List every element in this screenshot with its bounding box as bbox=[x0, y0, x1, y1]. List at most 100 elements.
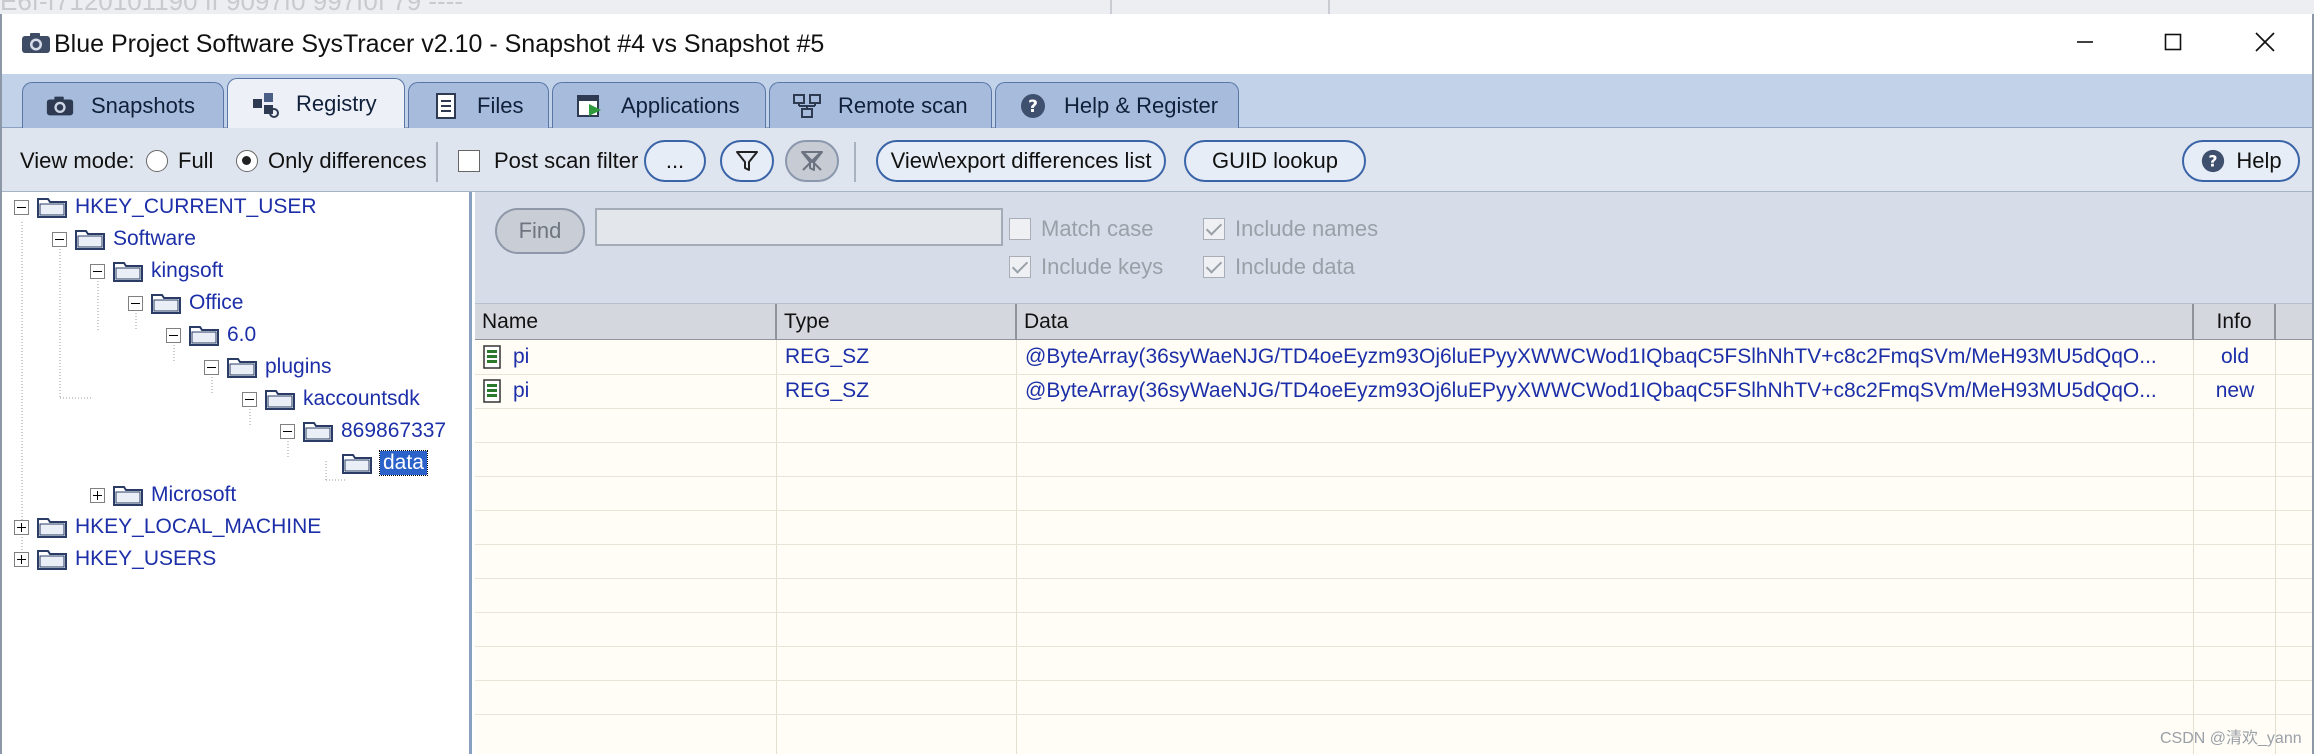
collapse-toggle[interactable] bbox=[166, 327, 181, 343]
include-names-option[interactable]: Include names bbox=[1203, 216, 1378, 242]
include-data-option[interactable]: Include data bbox=[1203, 254, 1355, 280]
tree-node[interactable]: Software bbox=[52, 224, 196, 254]
minimize-button[interactable] bbox=[2038, 14, 2132, 70]
tree-node-label: 6.0 bbox=[227, 323, 257, 346]
collapse-toggle[interactable] bbox=[204, 359, 219, 375]
folder-icon bbox=[303, 422, 333, 442]
background-divider bbox=[1110, 0, 1112, 14]
find-button[interactable]: Find bbox=[495, 208, 585, 254]
camera-icon bbox=[22, 33, 50, 53]
table-row[interactable]: pi REG_SZ @ByteArray(36syWaeNJG/TD4oeEyz… bbox=[475, 374, 2312, 408]
background-ghost-text: E6f-f7120101190 ff 9097f0 997f0f 79 ---- bbox=[0, 0, 463, 14]
view-mode-only-differences-radio[interactable] bbox=[236, 150, 258, 172]
tree-node-label: plugins bbox=[265, 355, 332, 378]
tab-label: Registry bbox=[296, 91, 377, 116]
view-mode-full-radio[interactable] bbox=[146, 150, 168, 172]
tree-node[interactable]: kaccountsdk bbox=[242, 384, 420, 414]
grid-row-line bbox=[475, 476, 2312, 477]
close-button[interactable] bbox=[2218, 14, 2312, 70]
column-header-info[interactable]: Info bbox=[2194, 304, 2276, 340]
maximize-button[interactable] bbox=[2126, 14, 2220, 70]
column-header-data[interactable]: Data bbox=[1017, 304, 2194, 340]
close-icon bbox=[2255, 32, 2275, 52]
title-bar: Blue Project Software SysTracer v2.10 - … bbox=[2, 14, 2312, 74]
collapse-toggle[interactable] bbox=[90, 263, 105, 279]
filter-settings-button[interactable]: ... bbox=[644, 140, 706, 182]
grid-row-line bbox=[475, 646, 2312, 647]
match-case-option[interactable]: Match case bbox=[1009, 216, 1154, 242]
find-input[interactable] bbox=[595, 208, 1003, 246]
tree-node[interactable]: Microsoft bbox=[90, 480, 236, 510]
match-case-label: Match case bbox=[1041, 216, 1154, 241]
tab-registry[interactable]: Registry bbox=[227, 78, 405, 129]
tree-node-label: 869867337 bbox=[341, 419, 447, 442]
tree-node[interactable]: kingsoft bbox=[90, 256, 223, 286]
match-case-checkbox[interactable] bbox=[1009, 218, 1031, 240]
tree-node[interactable]: HKEY_LOCAL_MACHINE bbox=[14, 512, 321, 542]
clear-filter-button[interactable] bbox=[785, 140, 839, 182]
find-button-label: Find bbox=[518, 218, 562, 243]
grid-row-line bbox=[475, 578, 2312, 579]
table-row[interactable]: pi REG_SZ @ByteArray(36syWaeNJG/TD4oeEyz… bbox=[475, 340, 2312, 374]
main-window: Blue Project Software SysTracer v2.10 - … bbox=[0, 14, 2314, 754]
tree-node-label: HKEY_CURRENT_USER bbox=[75, 195, 317, 218]
post-scan-filter-checkbox[interactable] bbox=[458, 150, 480, 172]
view-mode-full-label: Full bbox=[178, 148, 214, 173]
view-mode-only-differences-label: Only differences bbox=[268, 148, 427, 173]
grid-row-line bbox=[475, 612, 2312, 613]
values-pane: Find Match case Include keys Include nam… bbox=[475, 192, 2312, 754]
guid-lookup-button[interactable]: GUID lookup bbox=[1184, 140, 1366, 182]
folder-icon bbox=[189, 326, 219, 346]
ellipsis-label: ... bbox=[665, 148, 685, 173]
tree-node-label: Office bbox=[189, 291, 244, 314]
tree-node[interactable]: Office bbox=[128, 288, 243, 318]
folder-icon bbox=[265, 390, 295, 410]
tab-files[interactable]: Files bbox=[408, 82, 549, 128]
collapse-toggle[interactable] bbox=[52, 231, 67, 247]
value-info: new bbox=[2215, 379, 2255, 402]
include-names-checkbox[interactable] bbox=[1203, 218, 1225, 240]
svg-text:?: ? bbox=[2209, 152, 2218, 171]
toolbar-separator bbox=[436, 142, 438, 182]
tab-help-register[interactable]: ? Help & Register bbox=[995, 82, 1239, 128]
tree-node[interactable]: 6.0 bbox=[166, 320, 256, 350]
include-keys-option[interactable]: Include keys bbox=[1009, 254, 1163, 280]
include-keys-checkbox[interactable] bbox=[1009, 256, 1031, 278]
tab-remote-scan[interactable]: Remote scan bbox=[769, 82, 992, 128]
minimize-icon bbox=[2077, 41, 2093, 43]
tab-label: Remote scan bbox=[838, 92, 968, 118]
tree-node[interactable]: 869867337 bbox=[280, 416, 446, 446]
collapse-toggle[interactable] bbox=[242, 391, 257, 407]
tree-node[interactable]: HKEY_CURRENT_USER bbox=[14, 192, 317, 222]
window-title: Blue Project Software SysTracer v2.10 - … bbox=[54, 30, 825, 58]
tree-node-selected[interactable]: data bbox=[342, 448, 428, 478]
tab-label: Applications bbox=[621, 92, 740, 118]
collapse-toggle[interactable] bbox=[128, 295, 143, 311]
registry-value-icon bbox=[483, 379, 501, 403]
tab-applications[interactable]: Applications bbox=[552, 82, 766, 128]
tree-node-label: Software bbox=[113, 227, 196, 250]
include-data-checkbox[interactable] bbox=[1203, 256, 1225, 278]
collapse-toggle[interactable] bbox=[280, 423, 295, 439]
camera-icon bbox=[43, 91, 77, 121]
expand-toggle[interactable] bbox=[90, 487, 105, 503]
background-window-strip: E6f-f7120101190 ff 9097f0 997f0f 79 ---- bbox=[0, 0, 2314, 14]
tab-snapshots[interactable]: Snapshots bbox=[22, 82, 224, 128]
tree-node[interactable]: HKEY_USERS bbox=[14, 544, 216, 574]
column-header-name[interactable]: Name bbox=[475, 304, 777, 340]
tree-node-label: data bbox=[379, 450, 428, 476]
apply-filter-button[interactable] bbox=[720, 140, 774, 182]
tree-node-label: Microsoft bbox=[151, 483, 237, 506]
view-export-differences-button[interactable]: View\export differences list bbox=[876, 140, 1166, 182]
value-type: REG_SZ bbox=[785, 345, 870, 368]
expand-toggle[interactable] bbox=[14, 551, 29, 567]
value-data: @ByteArray(36syWaeNJG/TD4oeEyzm93Oj6luEP… bbox=[1025, 379, 2157, 402]
maximize-icon bbox=[2164, 33, 2182, 51]
registry-icon bbox=[248, 89, 282, 119]
folder-icon bbox=[227, 358, 257, 378]
column-header-type[interactable]: Type bbox=[777, 304, 1017, 340]
collapse-toggle[interactable] bbox=[14, 199, 29, 215]
tree-node[interactable]: plugins bbox=[204, 352, 332, 382]
expand-toggle[interactable] bbox=[14, 519, 29, 535]
help-button[interactable]: ? Help bbox=[2182, 140, 2300, 182]
